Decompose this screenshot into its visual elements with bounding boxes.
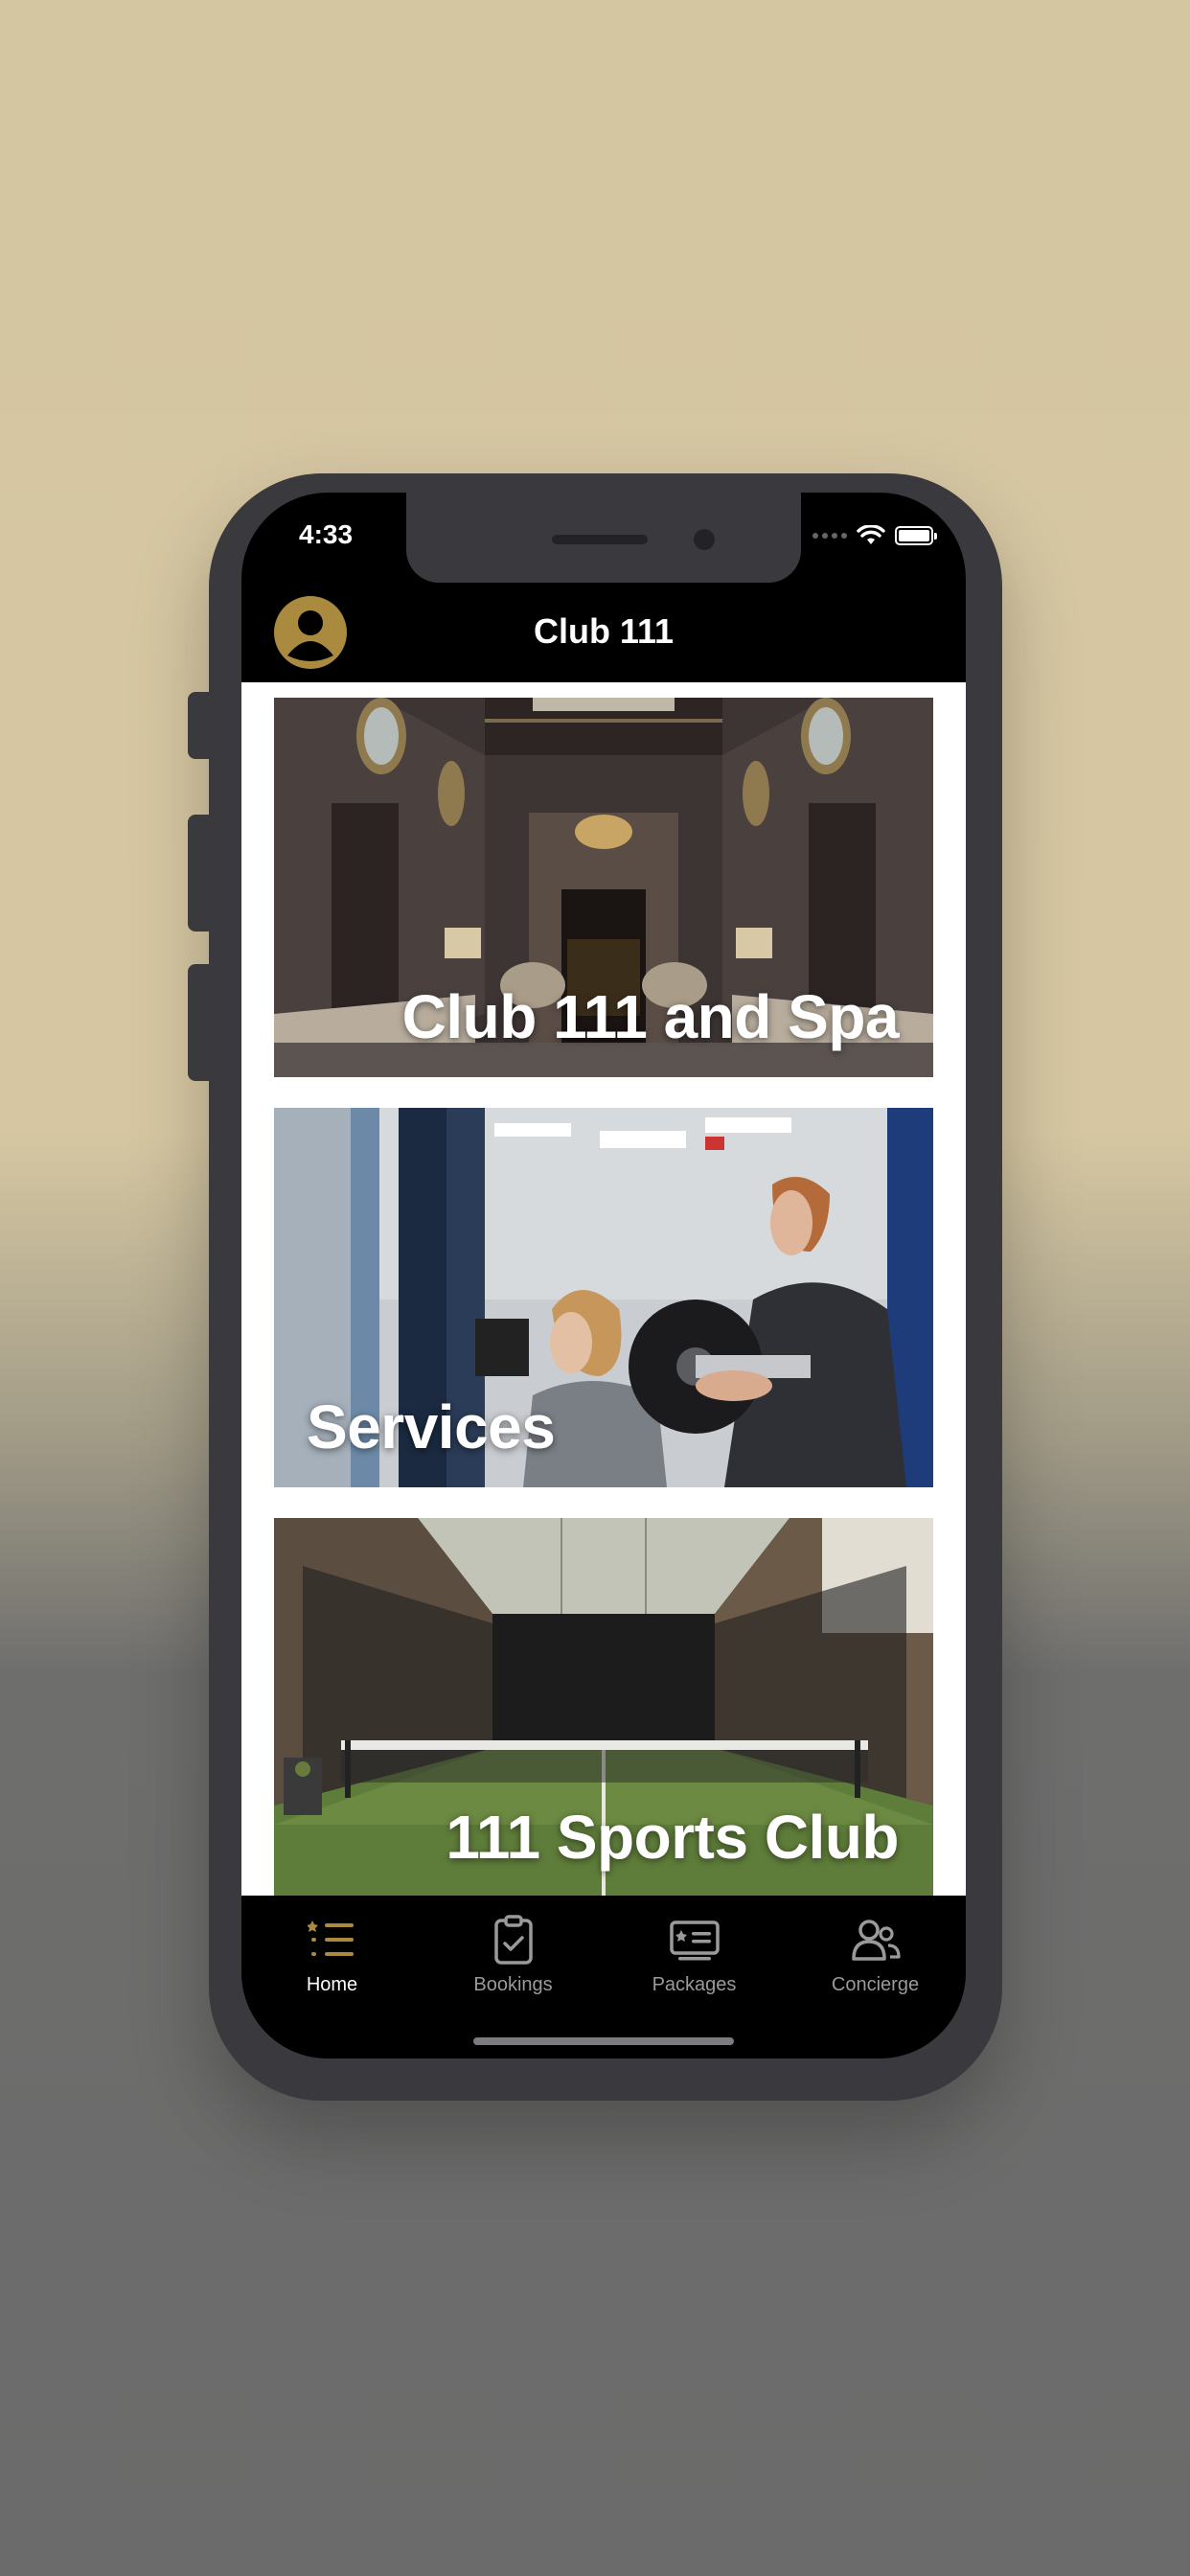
mute-switch — [188, 692, 213, 759]
card-label: 111 Sports Club — [446, 1803, 899, 1872]
card-label: Club 111 and Spa — [401, 982, 900, 1051]
battery-icon — [895, 526, 937, 545]
volume-down-button — [188, 964, 213, 1081]
tab-label: Concierge — [831, 1974, 920, 1995]
tab-label: Packages — [652, 1974, 737, 1995]
home-indicator[interactable] — [473, 2037, 734, 2045]
list-icon — [307, 1920, 354, 1956]
people-icon — [851, 1920, 901, 1961]
phone-screen: 4:33 Club 111 Club 111 and Spa Services … — [241, 493, 966, 2058]
notch — [406, 493, 801, 583]
wifi-icon — [857, 525, 885, 544]
card-label: Services — [307, 1392, 556, 1461]
page-title: Club 111 — [533, 611, 675, 651]
clipboard-check-icon — [493, 1915, 533, 1965]
card-sports-club[interactable]: 111 Sports Club — [274, 1518, 933, 1898]
volume-up-button — [188, 815, 213, 932]
app-header: Club 111 — [241, 583, 966, 682]
status-icons — [812, 525, 937, 546]
speaker — [552, 535, 648, 544]
tab-bookings[interactable]: Bookings — [423, 1913, 604, 1996]
tab-concierge[interactable]: Concierge — [785, 1913, 966, 1996]
front-camera — [694, 529, 715, 550]
tab-home[interactable]: Home — [241, 1913, 423, 1996]
ticket-icon — [669, 1920, 720, 1961]
status-time: 4:33 — [299, 519, 354, 549]
tab-label: Bookings — [473, 1974, 553, 1995]
tab-bar: Home Bookings Packages Concierge — [241, 1896, 966, 2058]
content-list: Club 111 and Spa Services 111 Sports Clu… — [241, 682, 966, 1907]
signal-icon — [812, 533, 847, 539]
card-services[interactable]: Services — [274, 1108, 933, 1487]
card-club-spa[interactable]: Club 111 and Spa — [274, 698, 933, 1077]
tab-packages[interactable]: Packages — [604, 1913, 785, 1996]
tab-label: Home — [306, 1974, 358, 1995]
